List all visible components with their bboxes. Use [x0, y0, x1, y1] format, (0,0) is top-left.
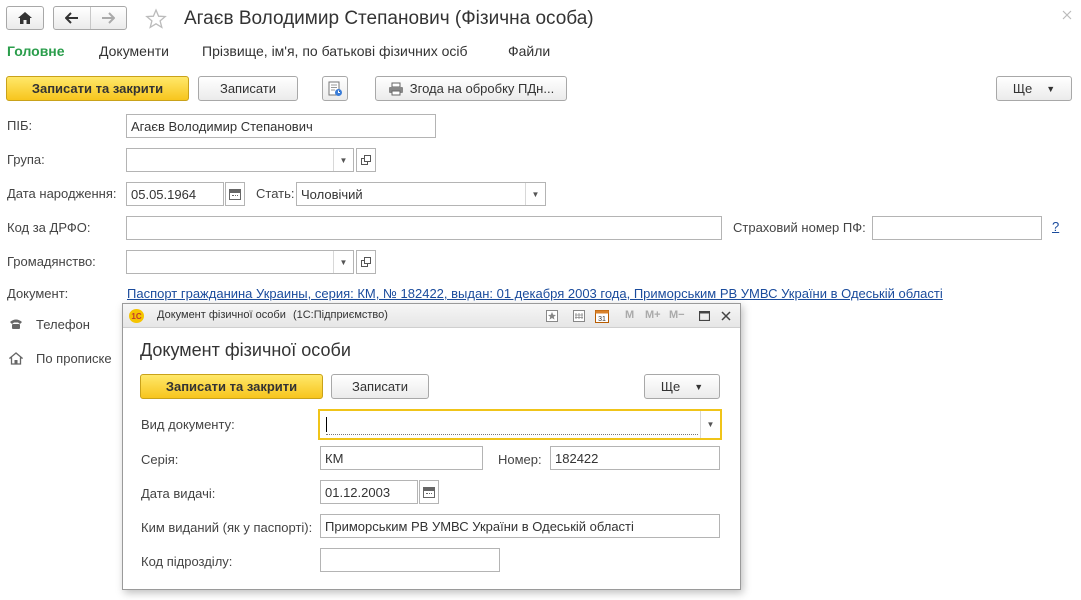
issue-date-label: Дата видачі:	[141, 486, 216, 501]
list-icon[interactable]	[573, 310, 585, 322]
memory-icon[interactable]: M	[625, 309, 634, 321]
close-icon[interactable]	[721, 311, 731, 321]
pib-label: ПІБ:	[7, 118, 33, 133]
dialog-save-close-button[interactable]: Записати та закрити	[140, 374, 323, 399]
dialog-title-bar: 1С Документ фізичної особи (1С:Підприємс…	[123, 304, 740, 328]
address-label[interactable]: По прописке	[36, 351, 112, 366]
calendar-icon[interactable]: 31	[595, 309, 609, 323]
report-icon	[328, 81, 342, 96]
dotted-underline	[326, 434, 698, 435]
favorite-icon[interactable]	[546, 310, 558, 322]
dept-code-label: Код підрозділу:	[141, 554, 233, 569]
report-button[interactable]	[322, 76, 348, 101]
svg-text:31: 31	[598, 316, 606, 323]
birth-date-label: Дата народження:	[7, 186, 117, 201]
open-icon	[361, 155, 371, 165]
back-button[interactable]	[54, 7, 91, 29]
arrow-right-icon	[102, 12, 116, 24]
group-label: Група:	[7, 152, 45, 167]
open-icon	[361, 257, 371, 267]
insurance-label: Страховий номер ПФ:	[733, 220, 866, 235]
chevron-down-icon: ▼	[1046, 83, 1056, 94]
citizenship-open-button[interactable]	[356, 250, 376, 274]
birth-date-input[interactable]: 05.05.1964	[126, 182, 224, 206]
nav-group	[53, 6, 127, 30]
sex-value: Чоловічий	[301, 186, 363, 202]
doc-type-select[interactable]: ▼	[318, 409, 722, 440]
chevron-down-icon[interactable]: ▼	[333, 251, 353, 273]
document-dialog: 1С Документ фізичної особи (1С:Підприємс…	[122, 303, 741, 590]
issue-date-input[interactable]: 01.12.2003	[320, 480, 418, 504]
pib-input[interactable]: Агаєв Володимир Степанович	[126, 114, 436, 138]
dialog-save-button[interactable]: Записати	[331, 374, 429, 399]
dialog-heading: Документ фізичної особи	[140, 340, 351, 360]
more-label: Ще	[1012, 81, 1033, 96]
phone-label[interactable]: Телефон	[36, 317, 90, 332]
insurance-input[interactable]	[872, 216, 1042, 240]
consent-label: Згода на обробку ПДн...	[409, 81, 555, 96]
tab-files[interactable]: Файли	[508, 43, 550, 59]
issued-by-input[interactable]: Приморським РВ УМВС України в Одеській о…	[320, 514, 720, 538]
birth-date-calendar-button[interactable]	[225, 182, 245, 206]
arrow-left-icon	[64, 12, 78, 24]
dialog-window-title: Документ фізичної особи (1С:Підприємство…	[157, 309, 388, 321]
star-icon[interactable]	[145, 8, 167, 30]
memory-minus-icon[interactable]: M−	[669, 309, 685, 321]
doc-type-label: Вид документу:	[141, 417, 235, 432]
printer-icon	[388, 82, 403, 95]
document-label: Документ:	[7, 286, 69, 301]
dialog-window-title-text: Документ фізичної особи	[157, 309, 286, 321]
app-logo: 1С	[129, 309, 144, 323]
help-link[interactable]: ?	[1052, 219, 1059, 234]
dept-code-input[interactable]	[320, 548, 500, 572]
consent-button[interactable]: Згода на обробку ПДн...	[375, 76, 567, 101]
issued-by-label: Ким виданий (як у паспорті):	[141, 520, 313, 535]
chevron-down-icon: ▼	[694, 381, 704, 392]
drfo-label: Код за ДРФО:	[7, 220, 91, 235]
citizenship-input[interactable]: ▼	[126, 250, 354, 274]
save-close-button[interactable]: Записати та закрити	[6, 76, 189, 101]
maximize-icon[interactable]	[699, 311, 710, 321]
chevron-down-icon[interactable]: ▼	[700, 411, 720, 438]
issue-date-calendar-button[interactable]	[419, 480, 439, 504]
home-button[interactable]	[6, 6, 44, 30]
forward-button[interactable]	[91, 7, 127, 29]
chevron-down-icon[interactable]: ▼	[333, 149, 353, 171]
save-button[interactable]: Записати	[198, 76, 298, 101]
tab-names[interactable]: Прізвище, ім'я, по батькові фізичних осі…	[202, 43, 468, 59]
dialog-window-app: (1С:Підприємство)	[292, 309, 388, 321]
close-icon[interactable]	[1062, 10, 1072, 20]
house-icon	[9, 352, 23, 365]
dialog-more-label: Ще	[660, 379, 681, 394]
sex-label: Стать:	[256, 186, 295, 201]
number-label: Номер:	[498, 452, 542, 467]
tab-documents[interactable]: Документи	[99, 43, 169, 59]
document-link[interactable]: Паспорт гражданина Украины, серия: КМ, №…	[127, 286, 943, 301]
sex-select[interactable]: Чоловічий ▼	[296, 182, 546, 206]
more-button[interactable]: Ще ▼	[996, 76, 1072, 101]
phone-icon	[10, 319, 22, 329]
window-title: Агаєв Володимир Степанович (Фізична особ…	[184, 8, 594, 29]
drfo-input[interactable]	[126, 216, 722, 240]
text-caret	[326, 417, 327, 432]
group-open-button[interactable]	[356, 148, 376, 172]
tab-main[interactable]: Головне	[7, 43, 65, 59]
citizenship-label: Громадянство:	[7, 254, 96, 269]
calendar-icon	[423, 486, 435, 498]
chevron-down-icon[interactable]: ▼	[525, 183, 545, 205]
memory-plus-icon[interactable]: M+	[645, 309, 661, 321]
series-label: Серія:	[141, 452, 179, 467]
group-input[interactable]: ▼	[126, 148, 354, 172]
home-icon	[18, 12, 32, 24]
calendar-icon	[229, 188, 241, 200]
series-input[interactable]: КМ	[320, 446, 483, 470]
number-input[interactable]: 182422	[550, 446, 720, 470]
dialog-more-button[interactable]: Ще ▼	[644, 374, 720, 399]
